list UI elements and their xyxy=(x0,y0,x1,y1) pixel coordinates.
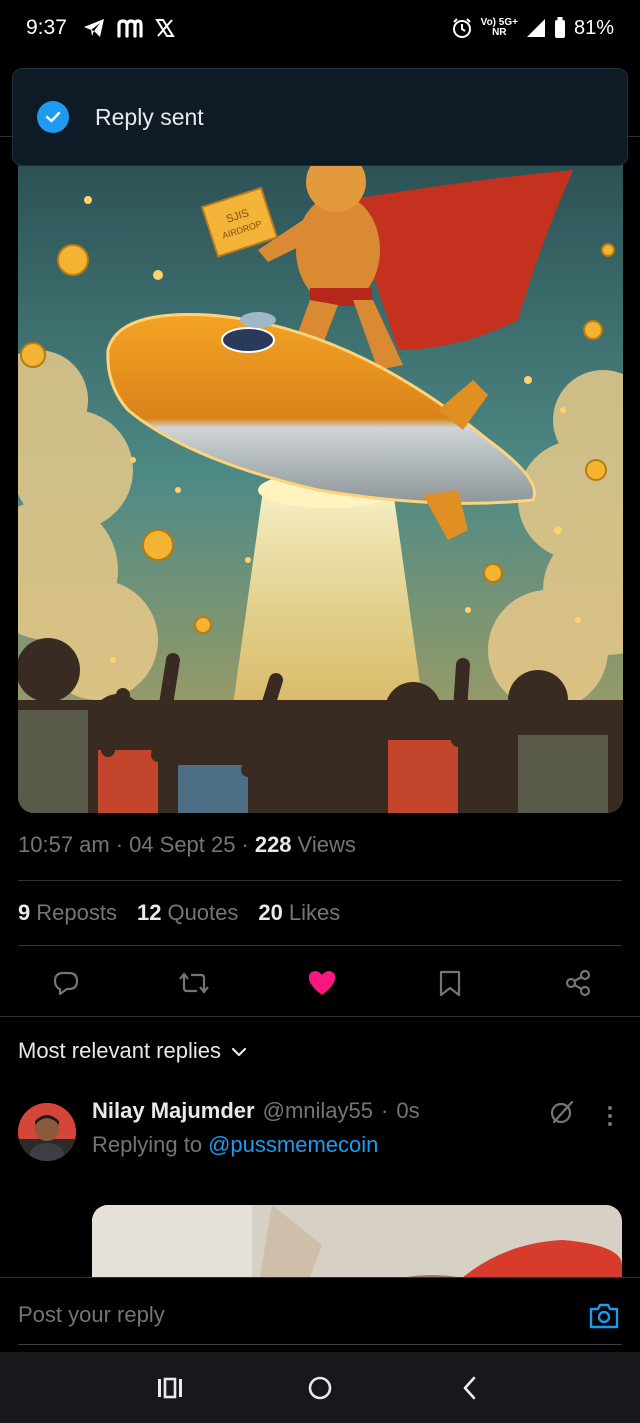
replying-to-label: Replying to xyxy=(92,1132,203,1157)
divider xyxy=(18,880,622,881)
more-options-icon[interactable] xyxy=(598,1100,622,1132)
quotes-stat[interactable]: 12 Quotes xyxy=(137,900,238,926)
signal-icon xyxy=(526,18,546,38)
like-icon[interactable] xyxy=(304,965,340,1001)
x-icon xyxy=(155,18,175,38)
camera-icon[interactable] xyxy=(588,1300,620,1332)
system-nav-bar xyxy=(0,1352,640,1423)
views-label: Views xyxy=(297,832,356,857)
chevron-down-icon xyxy=(231,1038,247,1064)
avatar[interactable] xyxy=(18,1103,76,1161)
bookmark-icon[interactable] xyxy=(432,965,468,1001)
reposts-stat[interactable]: 9 Reposts xyxy=(18,900,117,926)
m-app-icon xyxy=(117,18,143,38)
reply-input[interactable] xyxy=(18,1302,558,1328)
composer-underline xyxy=(18,1344,622,1345)
network-type: Vo) 5G+ NR xyxy=(480,17,518,38)
reply-composer xyxy=(0,1277,640,1352)
post-meta: 10:57 am · 04 Sept 25 · 228 Views xyxy=(18,832,356,858)
meta-separator: · xyxy=(115,832,124,857)
divider xyxy=(0,1016,640,1017)
replies-sort-dropdown[interactable]: Most relevant replies xyxy=(18,1038,247,1064)
divider xyxy=(18,945,622,946)
status-right: Vo) 5G+ NR 81% xyxy=(451,17,614,40)
recent-apps-icon[interactable] xyxy=(150,1368,190,1408)
post-stats: 9 Reposts 12 Quotes 20 Likes xyxy=(18,900,340,926)
reply-time: 0s xyxy=(396,1098,420,1123)
home-icon[interactable] xyxy=(300,1368,340,1408)
grok-icon[interactable] xyxy=(546,1096,578,1128)
battery-level: 81% xyxy=(573,16,614,39)
reply-author-name[interactable]: Nilay Majumder xyxy=(92,1098,255,1124)
back-icon[interactable] xyxy=(450,1368,490,1408)
share-icon[interactable] xyxy=(560,965,596,1001)
repost-icon[interactable] xyxy=(176,965,212,1001)
replying-to: Replying to @pussmemecoin xyxy=(92,1132,378,1158)
post-actions xyxy=(18,958,622,1008)
meta-separator: · xyxy=(381,1098,389,1123)
replying-to-mention[interactable]: @pussmemecoin xyxy=(208,1132,378,1158)
check-circle-icon xyxy=(37,101,69,133)
status-bar: 9:37 Vo) 5G+ NR 81% xyxy=(0,0,640,56)
post-image[interactable]: SJIS AIRDROP xyxy=(18,140,623,813)
battery-icon xyxy=(554,17,566,39)
reply-icon[interactable] xyxy=(48,965,84,1001)
reply-author-handle[interactable]: @mnilay55 xyxy=(263,1098,373,1124)
likes-stat[interactable]: 20 Likes xyxy=(258,900,340,926)
notification-icons xyxy=(83,18,175,38)
reply-sent-toast[interactable]: Reply sent xyxy=(12,68,628,166)
views-count: 228 xyxy=(254,832,292,857)
status-time: 9:37 xyxy=(26,16,67,39)
meta-separator: · xyxy=(241,832,249,857)
post-date: 04 Sept 25 xyxy=(129,832,236,857)
post-time: 10:57 am xyxy=(18,832,110,857)
telegram-icon xyxy=(83,18,105,38)
alarm-icon xyxy=(451,17,473,39)
reply-header: Nilay Majumder @mnilay55 · 0s xyxy=(92,1098,420,1124)
toast-message: Reply sent xyxy=(95,103,204,130)
replies-sort-label: Most relevant replies xyxy=(18,1038,221,1063)
